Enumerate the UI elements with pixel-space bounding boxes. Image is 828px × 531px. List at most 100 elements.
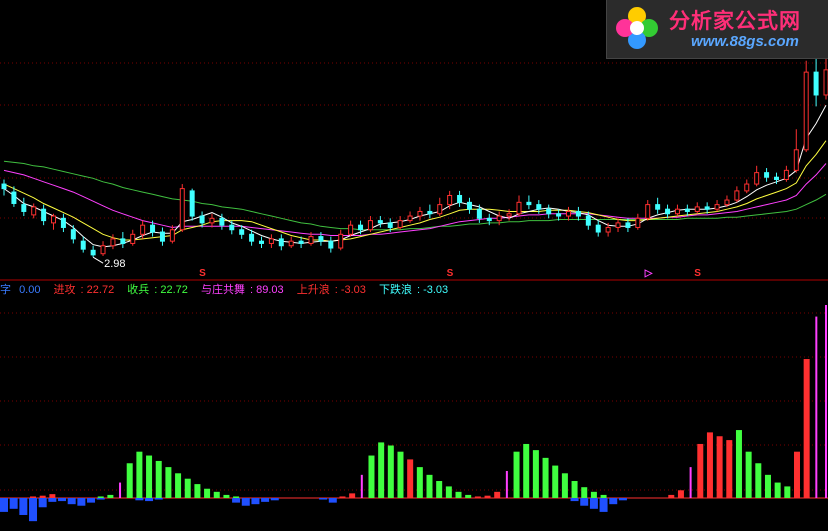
indicator-bar: [119, 482, 122, 498]
signal-mark: S: [694, 268, 701, 279]
indicator-bar: [349, 493, 356, 498]
flower-logo-icon: [616, 7, 658, 49]
candle-body: [704, 206, 710, 210]
indicator-bar-negative: [87, 498, 96, 503]
candle-body: [536, 204, 542, 210]
candle-body: [140, 224, 146, 235]
indicator-bar-negative: [58, 498, 67, 502]
indicator-bar: [764, 474, 771, 498]
candle-body: [278, 238, 284, 247]
indicator-bar-negative: [29, 498, 38, 522]
indicator-bar: [30, 496, 37, 498]
indicator-bar: [194, 484, 201, 498]
indicator-bar: [233, 496, 240, 498]
stock-chart-window: 2.98 S S ▷ S 分析家公式网 www.88gs.com 字 0.00 进攻: …: [0, 0, 828, 531]
signal-mark: S: [199, 268, 206, 279]
candle-body: [615, 222, 621, 228]
indicator-bar: [175, 473, 182, 498]
candle-body: [258, 240, 264, 244]
indicator-bar: [755, 463, 762, 498]
candle-body: [308, 236, 314, 244]
indicator-bar: [223, 494, 230, 498]
candle-body: [110, 238, 116, 247]
indicator-bar: [436, 481, 443, 498]
candle-body: [754, 172, 760, 185]
indicator-bar: [505, 470, 508, 498]
candle-body: [318, 236, 324, 242]
indicator-bar: [360, 474, 363, 498]
candle-body: [724, 199, 730, 206]
indicator-bar: [97, 496, 104, 498]
indicator-bar: [474, 496, 481, 498]
indicator-bar-negative: [96, 498, 105, 500]
legend-item: 下跌浪: -3.03: [378, 284, 449, 296]
indicator-bar: [774, 482, 781, 498]
legend-item: 进攻: 22.72: [53, 284, 115, 296]
candle-body: [506, 213, 512, 217]
indicator-bar: [581, 487, 588, 498]
indicator-bar: [815, 316, 818, 498]
indicator-bar: [368, 455, 375, 498]
candle-body: [496, 215, 502, 222]
indicator-bar: [484, 495, 491, 498]
candle-body: [744, 183, 750, 192]
indicator-bar-negative: [135, 498, 144, 501]
candle-body: [585, 215, 591, 226]
indicator-bar-negative: [0, 498, 8, 512]
indicator-bar: [745, 451, 752, 498]
candle-body: [674, 208, 680, 215]
legend-item: 与庄共舞: 89.03: [200, 284, 284, 296]
candle-body: [447, 194, 453, 206]
candle-body: [100, 245, 106, 255]
candle-body: [150, 224, 156, 233]
candle-body: [516, 201, 522, 215]
candle-body: [783, 169, 789, 180]
candle-body: [397, 220, 403, 228]
candle-body: [60, 217, 66, 228]
indicator-bar-negative: [270, 498, 279, 501]
indicator-bar-negative: [67, 498, 76, 505]
candle-body: [229, 224, 235, 231]
candle-body: [31, 206, 37, 216]
indicator-bar: [204, 488, 211, 498]
candle-body: [635, 217, 641, 228]
indicator-bar: [716, 436, 723, 498]
indicator-bar: [542, 457, 549, 498]
indicator-bar-negative: [9, 498, 18, 509]
candle-body: [358, 224, 364, 231]
indicator-bar: [825, 305, 827, 498]
candle-body: [1, 183, 7, 190]
chart-canvas[interactable]: 2.98 S S ▷ S: [0, 0, 828, 531]
candle-body: [239, 229, 245, 235]
indicator-bar-negative: [251, 498, 260, 505]
indicator-bar: [455, 491, 462, 498]
signal-mark: S: [447, 268, 454, 279]
indicator-bar: [561, 473, 568, 498]
indicator-bar: [803, 359, 810, 498]
indicator-bar: [146, 455, 153, 498]
candle-body: [288, 240, 294, 247]
indicator-bar-negative: [609, 498, 618, 505]
candle-body: [209, 217, 215, 224]
signal-mark: ▷: [644, 268, 654, 279]
candle-body: [556, 213, 562, 217]
candle-body: [803, 71, 809, 151]
ma-line-ma-long: [3, 163, 827, 236]
candle-body: [130, 233, 136, 244]
indicator-bar: [184, 478, 191, 498]
candle-body: [625, 222, 631, 228]
indicator-bar-negative: [241, 498, 250, 506]
candle-body: [813, 71, 819, 96]
candle-body: [417, 210, 423, 217]
candle-body: [665, 208, 671, 215]
indicator-bar-negative: [19, 498, 28, 515]
candle-body: [793, 149, 799, 171]
low-annotation-pointer: [92, 256, 104, 264]
indicator-bar-negative: [232, 498, 241, 503]
indicator-bar: [136, 451, 143, 498]
logo-url: www.88gs.com: [691, 33, 799, 50]
ma-line-ma-longest: [3, 160, 827, 231]
indicator-bar: [523, 443, 530, 498]
indicator-bar: [49, 494, 56, 498]
indicator-bar: [590, 491, 597, 498]
